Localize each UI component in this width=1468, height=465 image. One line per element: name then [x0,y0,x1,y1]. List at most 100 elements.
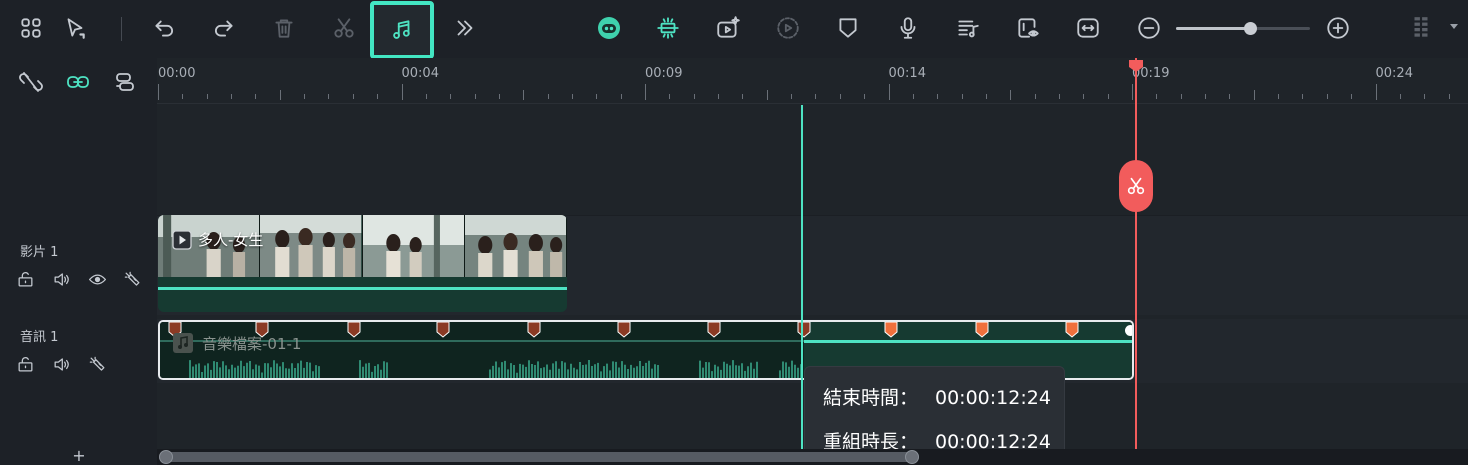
edit-cursor-line [801,105,803,449]
video-clip[interactable]: 多人-女生 [158,215,567,312]
ruler-tick [377,94,379,99]
lock-icon[interactable] [14,353,36,375]
ruler-tick [1448,94,1450,99]
video-thumbnail [464,215,567,277]
ruler-tick [547,94,549,99]
eye-icon[interactable] [86,268,108,290]
zoom-in-icon[interactable] [1320,10,1356,46]
preview-eye-icon[interactable] [1010,10,1046,46]
ruler-tick [742,94,744,99]
selection-cursor-icon[interactable] [57,10,93,46]
timeline-toolbar [0,0,1468,59]
magic-wand-icon[interactable] [121,268,143,290]
ruler-tick [766,90,768,100]
trash-icon[interactable] [266,10,302,46]
ruler-tick [255,94,257,99]
video-track-label: 影片 1 [20,245,59,260]
ai-robot-icon[interactable] [591,10,627,46]
speaker-icon[interactable] [50,268,72,290]
ruler-tick [1107,94,1109,99]
ruler-time-label: 00:04 [401,66,439,81]
zoom-slider-knob[interactable] [1243,22,1257,35]
ruler-tick [1278,94,1280,99]
ruler-tick [352,94,354,99]
playhead-handle[interactable] [1128,59,1144,73]
music-beat-icon[interactable] [370,1,434,59]
double-chevron-right-icon[interactable] [447,10,483,46]
scrollbar-thumb[interactable] [159,450,919,464]
link-icon[interactable] [64,68,92,96]
undo-icon[interactable] [146,10,182,46]
ruler-time-label: 00:09 [645,66,683,81]
ruler-tick [620,94,622,99]
auto-reframe-icon[interactable] [650,10,686,46]
ruler-tick [1399,94,1401,99]
lock-icon[interactable] [14,268,36,290]
scrollbar-start-handle[interactable] [159,450,173,464]
video-thumbnail [260,215,363,277]
ruler-time-label: 00:00 [158,66,196,81]
ruler-tick [1326,94,1328,99]
playhead-line[interactable] [1135,58,1137,465]
tooltip-end-time-label: 結束時間： [823,387,919,409]
ruler-tick [693,94,695,99]
ruler-tick [596,94,598,99]
ruler-tick [450,94,452,99]
ai-video-sparkle-icon[interactable] [710,10,746,46]
redo-icon[interactable] [206,10,242,46]
ruler-tick [1229,94,1231,99]
ruler-tick [1156,94,1158,99]
ruler-tick [1058,94,1060,99]
video-clip-name: 多人-女生 [198,231,264,249]
beat-marker[interactable] [436,322,450,338]
beat-marker[interactable] [527,322,541,338]
empty-track-lane [157,105,1468,215]
layout-grid-icon[interactable] [13,10,49,46]
microphone-icon[interactable] [890,10,926,46]
tooltip-end-time-row: 結束時間： 00:00:12:24 [823,383,1051,410]
horizontal-scrollbar[interactable] [157,449,1468,465]
ruler-tick [669,94,671,99]
audio-clip-title: 音樂檔案-01-1 [172,332,301,354]
magic-wand-icon[interactable] [86,353,108,375]
ruler-tick [1302,94,1304,99]
speaker-icon[interactable] [50,353,72,375]
split-scissors-button[interactable] [1119,160,1153,212]
music-note-icon [172,332,194,354]
scissors-icon[interactable] [326,10,362,46]
ruler-tick [1083,94,1085,99]
ruler-tick [937,94,939,99]
add-track-button[interactable]: + [70,447,88,465]
beat-marker[interactable] [617,322,631,338]
scrollbar-end-handle[interactable] [905,450,919,464]
ruler-tick [1253,90,1255,100]
ruler-tick [206,94,208,99]
music-list-icon[interactable] [950,10,986,46]
audio-fade-handle[interactable] [1125,325,1132,336]
zoom-out-icon[interactable] [1131,10,1167,46]
marker-shield-icon[interactable] [830,10,866,46]
time-ruler[interactable]: 00:00 00:04 00:09 00:14 00:19 00:24 [157,58,1468,104]
beat-marker[interactable] [347,322,361,338]
beat-marker[interactable] [1065,322,1079,338]
toolbar-dropdown-caret[interactable] [1450,24,1458,29]
track-header-column: 影片 1 音訊 1 + [0,58,157,465]
zoom-slider-fill [1176,27,1250,30]
ruler-tick [328,94,330,99]
timeline-area[interactable]: 00:00 00:04 00:09 00:14 00:19 00:24 多人-女生 [157,58,1468,465]
zoom-slider[interactable] [1176,22,1310,35]
unlink-icon[interactable] [17,68,45,96]
ruler-tick [864,94,866,99]
ruler-tick [645,84,646,100]
beat-marker[interactable] [707,322,721,338]
beat-marker[interactable] [797,322,811,338]
ruler-time-label: 00:14 [888,66,926,81]
beat-marker[interactable] [884,322,898,338]
render-preview-icon[interactable] [770,10,806,46]
ruler-tick [888,84,890,100]
panel-grip-icon[interactable] [1403,10,1439,46]
track-manage-icon[interactable] [111,68,139,96]
beat-marker[interactable] [975,322,989,338]
fit-to-window-icon[interactable] [1070,10,1106,46]
audio-track-label: 音訊 1 [20,330,59,345]
